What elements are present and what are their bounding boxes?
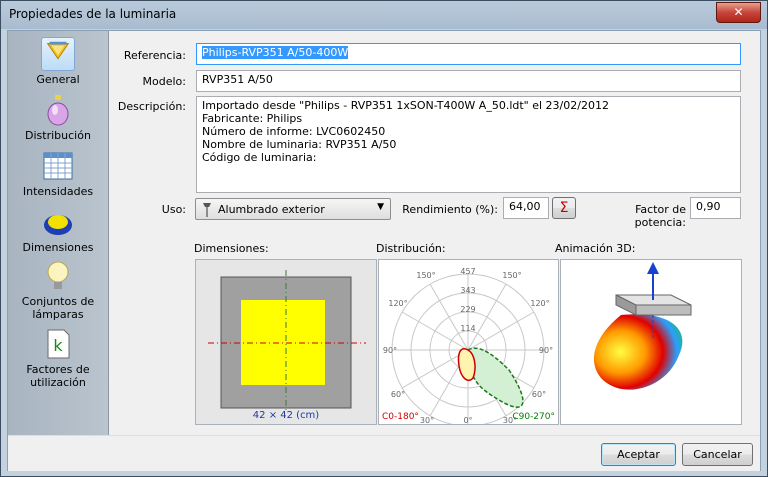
lamp-general-icon — [41, 37, 75, 71]
descripcion-line: Código de luminaria: — [202, 151, 317, 164]
angle-label: 150° — [502, 271, 521, 280]
sidebar-item-intensidades[interactable]: Intensidades — [8, 149, 108, 198]
modelo-field[interactable]: RVP351 A/50 — [196, 70, 741, 92]
polar-diagram: 457 343 229 114 150° 120° 90° 60° 30° 15… — [383, 267, 553, 424]
factor-potencia-label: Factor de potencia: — [634, 203, 686, 229]
radial-label: 343 — [460, 286, 475, 295]
angle-label: 90° — [539, 346, 553, 355]
modelo-label: Modelo: — [142, 75, 186, 88]
close-button[interactable]: ✕ — [716, 2, 761, 23]
distribucion-panel: 457 343 229 114 150° 120° 90° 60° 30° 15… — [378, 259, 559, 425]
sidebar-item-label: Intensidades — [22, 185, 94, 198]
k-factor-icon: k — [47, 329, 70, 359]
radial-label: 114 — [460, 324, 475, 333]
window-title: Propiedades de la luminaria — [9, 7, 177, 21]
sidebar-item-general[interactable]: General — [8, 37, 108, 86]
dimensiones-drawing — [208, 270, 366, 410]
legend-c90-270: C90-270° — [512, 412, 555, 422]
angle-label: 150° — [416, 271, 435, 280]
descripcion-line: Importado desde "Philips - RVP351 1xSON-… — [202, 99, 609, 112]
button-bar: Aceptar Cancelar — [8, 435, 760, 471]
distribucion-title: Distribución: — [376, 242, 446, 255]
radial-label: 229 — [460, 305, 475, 314]
dimensiones-panel: 42 × 42 (cm) — [195, 259, 377, 425]
sigma-button[interactable]: Σ — [552, 197, 576, 219]
factor-potencia-field[interactable]: 0,90 — [690, 197, 741, 219]
sidebar-item-label: Distribución — [25, 129, 91, 142]
angle-label: 60° — [391, 390, 405, 399]
sidebar-item-factores[interactable]: k Factores de utilización — [8, 327, 108, 389]
angle-label: 90° — [383, 346, 397, 355]
animacion-title: Animación 3D: — [555, 242, 636, 255]
distribution-bottle-icon — [47, 95, 69, 126]
angle-label: 30° — [420, 416, 434, 424]
sidebar: General Distribución Intensidades Dimens… — [8, 31, 109, 435]
sidebar-item-label: General — [36, 73, 80, 86]
descripcion-line: Fabricante: Philips — [202, 112, 303, 125]
descripcion-field[interactable]: Importado desde "Philips - RVP351 1xSON-… — [196, 96, 741, 193]
uso-dropdown[interactable]: Alumbrado exterior ▼ — [195, 198, 391, 220]
descripcion-line: Número de informe: LVC0602450 — [202, 125, 386, 138]
street-lamp-icon — [203, 203, 211, 217]
descripcion-line: Nombre de luminaria: RVP351 A/50 — [202, 138, 397, 151]
sidebar-item-label: Factores de utilización — [26, 363, 90, 389]
referencia-field[interactable]: Philips-RVP351 A/50-400W — [196, 43, 741, 65]
uso-label: Uso: — [161, 203, 186, 216]
curve-c90-270 — [467, 347, 524, 408]
angle-label: 60° — [532, 390, 546, 399]
cancel-button[interactable]: Cancelar — [682, 443, 753, 466]
dialog-client-area: General Distribución Intensidades Dimens… — [7, 30, 761, 471]
curve-c0-180 — [457, 348, 476, 382]
animacion-3d-view — [593, 262, 692, 390]
sidebar-item-label: Dimensiones — [22, 241, 94, 254]
luminaire-shape-icon — [44, 215, 72, 235]
svg-text:k: k — [53, 336, 63, 355]
accept-button[interactable]: Aceptar — [601, 443, 676, 466]
table-grid-icon — [43, 152, 73, 180]
rendimiento-label: Rendimiento (%): — [402, 203, 498, 216]
properties-window: Propiedades de la luminaria ✕ General Di — [0, 0, 768, 477]
light-bulb-icon — [47, 261, 69, 289]
title-bar: Propiedades de la luminaria ✕ — [1, 1, 767, 29]
dimensiones-title: Dimensiones: — [194, 242, 269, 255]
animacion-3d-panel — [560, 259, 742, 425]
sidebar-item-distribucion[interactable]: Distribución — [8, 93, 108, 142]
chevron-down-icon: ▼ — [377, 202, 384, 212]
sidebar-item-dimensiones[interactable]: Dimensiones — [8, 205, 108, 254]
rendimiento-field[interactable]: 64,00 — [503, 197, 549, 219]
angle-label: 0° — [463, 416, 472, 424]
angle-label: 120° — [388, 299, 407, 308]
sidebar-item-conjuntos[interactable]: Conjuntos de lámparas — [8, 259, 108, 321]
sidebar-item-label: Conjuntos de lámparas — [21, 295, 95, 321]
radial-label: 457 — [460, 267, 475, 276]
legend-c0-180: C0-180° — [382, 412, 419, 422]
uso-value: Alumbrado exterior — [218, 203, 325, 216]
dimensiones-caption: 42 × 42 (cm) — [252, 410, 320, 421]
angle-label: 120° — [530, 299, 549, 308]
referencia-label: Referencia: — [123, 49, 186, 62]
descripcion-label: Descripción: — [117, 100, 186, 113]
